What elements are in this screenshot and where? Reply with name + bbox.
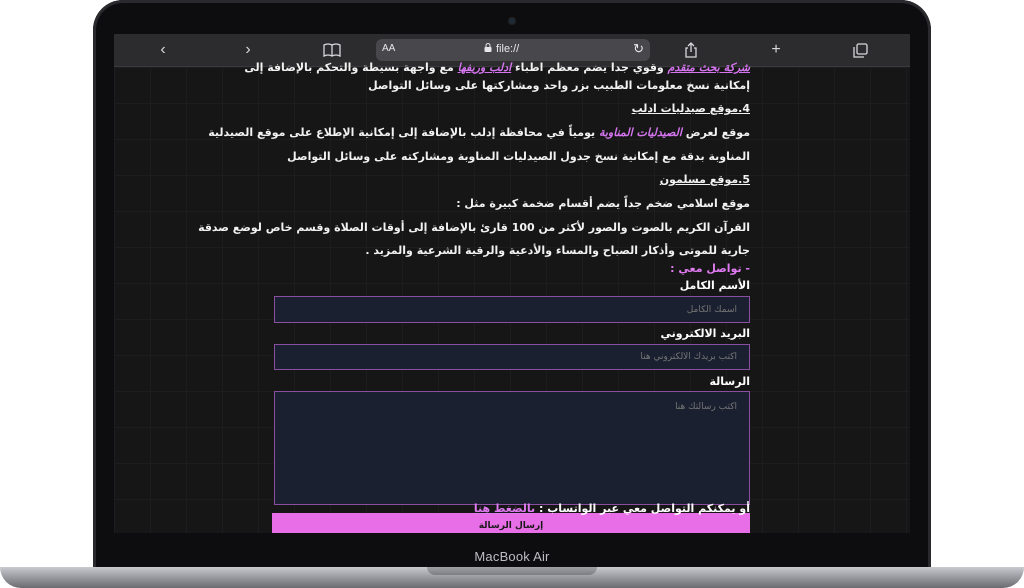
text-line: القرآن الكريم بالصوت والصور لأكثر من 100…	[198, 221, 750, 234]
text-line: موقع اسلامي ضخم جداً يضم أقسام ضخمة كبير…	[456, 197, 750, 210]
contact-heading: - تواصل معي :	[670, 262, 750, 275]
whatsapp-text: أو يمكنكم التواصل معي عبر الواتساب :	[535, 502, 750, 515]
share-icon[interactable]	[680, 40, 702, 60]
reload-icon[interactable]: ↻	[633, 41, 644, 57]
name-label: الأسم الكامل	[679, 279, 750, 292]
reader-options-button[interactable]: AA	[382, 43, 395, 54]
whatsapp-row: أو يمكنكم التواصل معي عبر الواتساب : بال…	[114, 500, 910, 520]
text-line: إمكانية نسخ معلومات الطبيب بزر واحد ومشا…	[368, 79, 750, 92]
text-line: المناوبة بدقة مع إمكانية نسخ جدول الصيدل…	[287, 150, 750, 163]
web-page: شركة بحث متقدم وقوي جدا يضم معظم اطباء ا…	[114, 61, 910, 533]
text-fragment: مع واجهة بسيطة والتحكم بالإضافة إلى	[244, 61, 458, 74]
lock-icon	[484, 43, 492, 52]
address-bar[interactable]: AA file:// ↻	[376, 39, 650, 61]
text-fragment: يومياً في محافظة إدلب بالإضافة إلى إمكان…	[208, 126, 599, 139]
whatsapp-link[interactable]: بالضغط هنا	[474, 502, 535, 515]
section-heading-5: 5.موقع مسلمون	[659, 173, 750, 186]
text-line: شركة بحث متقدم وقوي جدا يضم معظم اطباء ا…	[244, 61, 750, 74]
text-line: موقع لعرض الصيدليات المناوبة يومياً في م…	[208, 126, 750, 139]
new-tab-icon[interactable]: +	[765, 40, 787, 60]
message-label: الرسالة	[709, 375, 751, 388]
message-textarea[interactable]	[274, 391, 750, 505]
forward-icon[interactable]: ›	[237, 40, 259, 60]
text-line: جارية للموتى وأذكار الصباح والمساء والأد…	[365, 244, 750, 257]
whatsapp-line: أو يمكنكم التواصل معي عبر الواتساب : بال…	[474, 502, 750, 515]
email-input[interactable]	[274, 344, 750, 370]
url-text: file://	[496, 43, 520, 55]
tabs-overview-icon[interactable]	[849, 40, 871, 60]
text-fragment: وقوي جدا يضم معظم اطباء	[511, 61, 668, 74]
highlight-text: الصيدليات المناوبة	[598, 126, 682, 139]
email-label: البريد الالكتروني	[660, 327, 750, 340]
text-fragment: موقع لعرض	[681, 126, 750, 139]
name-input[interactable]	[274, 296, 750, 323]
laptop-notch	[427, 567, 597, 575]
back-icon[interactable]: ‹	[152, 40, 174, 60]
bottom-bezel	[114, 533, 910, 547]
camera-icon	[509, 18, 515, 24]
device-brand-label: MacBook Air	[474, 549, 550, 564]
highlight-link[interactable]: شركة بحث متقدم	[668, 61, 750, 74]
section-heading-4: 4.موقع صيدليات ادلب	[631, 102, 750, 115]
bookmarks-icon[interactable]	[321, 40, 343, 60]
screen: ‹ › AA file:// ↻ + شركة بحث متقدم وقوي ج…	[114, 34, 910, 533]
highlight-link[interactable]: ادلب وريفها	[458, 61, 512, 74]
